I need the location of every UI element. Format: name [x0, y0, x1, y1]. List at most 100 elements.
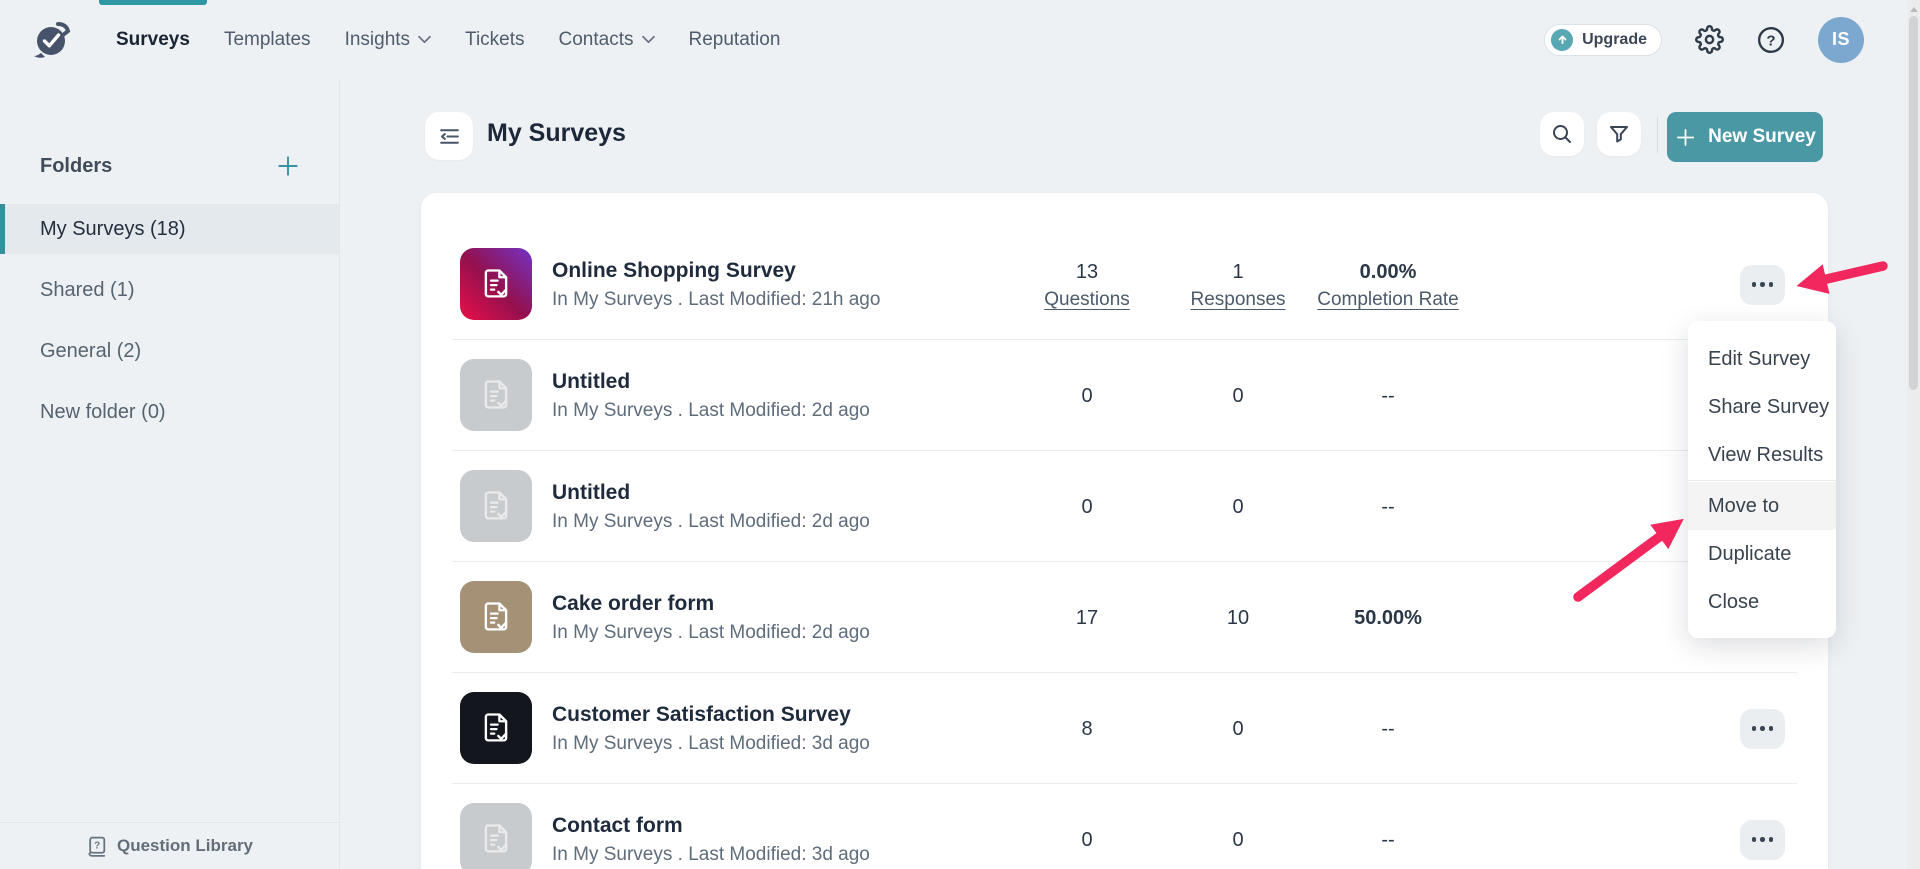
completion-label[interactable]: Completion Rate	[1317, 289, 1459, 311]
new-survey-label: New Survey	[1708, 126, 1816, 148]
filter-button[interactable]	[1597, 112, 1641, 156]
surveys-card: Online Shopping Survey In My Surveys . L…	[421, 193, 1828, 869]
page-scrollbar[interactable]	[1907, 0, 1920, 869]
folders-title: Folders	[40, 155, 112, 178]
responses-count: 0	[1232, 716, 1243, 742]
context-menu-divider	[1688, 480, 1836, 481]
app-logo-icon[interactable]	[32, 18, 72, 60]
menu-item-share-survey[interactable]: Share Survey	[1688, 383, 1836, 431]
user-avatar[interactable]: IS	[1818, 17, 1864, 63]
survey-thumbnail	[460, 248, 532, 320]
svg-text:?: ?	[94, 840, 100, 851]
menu-item-duplicate[interactable]: Duplicate	[1688, 530, 1836, 578]
nav-item-contacts[interactable]: Contacts	[542, 0, 672, 79]
questions-count: 13	[1076, 259, 1098, 285]
responses-label[interactable]: Responses	[1190, 289, 1285, 311]
nav-item-label: Insights	[345, 30, 410, 49]
survey-row[interactable]: Cake order form In My Surveys . Last Mod…	[421, 562, 1828, 673]
survey-title[interactable]: Online Shopping Survey	[552, 257, 880, 285]
context-menu-group-1: Edit SurveyShare SurveyView Results	[1688, 335, 1836, 479]
nav-item-tickets[interactable]: Tickets	[448, 0, 541, 79]
sidebar-item-shared-1[interactable]: Shared (1)	[0, 265, 339, 315]
completion-stat: 50.00%	[1308, 562, 1468, 673]
upgrade-label: Upgrade	[1582, 31, 1647, 49]
survey-thumbnail	[460, 803, 532, 869]
menu-item-move-to[interactable]: Move to	[1688, 482, 1836, 530]
sidebar-item-new-folder-0[interactable]: New folder (0)	[0, 387, 339, 437]
responses-count: 10	[1227, 605, 1249, 631]
more-options-button[interactable]	[1740, 265, 1785, 305]
survey-row[interactable]: Untitled In My Surveys . Last Modified: …	[421, 340, 1828, 451]
question-book-icon: ?	[86, 835, 109, 858]
survey-context-menu: Edit SurveyShare SurveyView Results Move…	[1688, 321, 1836, 638]
nav-item-reputation[interactable]: Reputation	[672, 0, 798, 79]
survey-row[interactable]: Customer Satisfaction Survey In My Surve…	[421, 673, 1828, 784]
questions-count: 8	[1081, 716, 1092, 742]
survey-title[interactable]: Cake order form	[552, 590, 870, 618]
context-menu-group-2: Move toDuplicateClose	[1688, 482, 1836, 626]
survey-row[interactable]: Online Shopping Survey In My Surveys . L…	[421, 229, 1828, 340]
menu-item-close[interactable]: Close	[1688, 578, 1836, 626]
questions-stat: 0	[1007, 451, 1167, 562]
questions-count: 17	[1076, 605, 1098, 631]
survey-row[interactable]: Untitled In My Surveys . Last Modified: …	[421, 451, 1828, 562]
menu-item-view-results[interactable]: View Results	[1688, 431, 1836, 479]
nav-item-label: Contacts	[559, 30, 634, 49]
survey-doc-icon	[478, 821, 514, 857]
nav-items: Surveys Templates Insights Tickets Conta…	[99, 0, 797, 79]
sidebar-item-my-surveys-18[interactable]: My Surveys (18)	[0, 204, 339, 254]
folder-item-label: Shared (1)	[40, 279, 135, 302]
chevron-down-icon	[418, 35, 431, 44]
search-button[interactable]	[1540, 112, 1584, 156]
nav-item-insights[interactable]: Insights	[328, 0, 448, 79]
responses-count: 0	[1232, 827, 1243, 853]
responses-count: 1	[1232, 259, 1243, 285]
nav-item-templates[interactable]: Templates	[207, 0, 328, 79]
questions-count: 0	[1081, 383, 1092, 409]
question-library-label: Question Library	[117, 836, 253, 856]
survey-doc-icon	[478, 377, 514, 413]
responses-stat: 0	[1158, 784, 1318, 869]
help-icon[interactable]: ?	[1757, 26, 1785, 54]
survey-meta: In My Surveys . Last Modified: 3d ago	[552, 842, 870, 868]
survey-meta: In My Surveys . Last Modified: 2d ago	[552, 509, 870, 535]
survey-title[interactable]: Contact form	[552, 812, 870, 840]
completion-stat: --	[1308, 340, 1468, 451]
completion-stat: --	[1308, 451, 1468, 562]
survey-title[interactable]: Untitled	[552, 479, 870, 507]
survey-text: Untitled In My Surveys . Last Modified: …	[552, 368, 870, 424]
nav-item-surveys[interactable]: Surveys	[99, 0, 207, 79]
survey-title[interactable]: Customer Satisfaction Survey	[552, 701, 870, 729]
page-title: My Surveys	[487, 119, 626, 148]
survey-meta: In My Surveys . Last Modified: 21h ago	[552, 287, 880, 313]
questions-label[interactable]: Questions	[1044, 289, 1130, 311]
nav-right: Upgrade ? IS	[1544, 0, 1864, 79]
add-folder-button[interactable]	[275, 153, 301, 179]
completion-rate: 0.00%	[1360, 259, 1417, 285]
survey-row[interactable]: Contact form In My Surveys . Last Modifi…	[421, 784, 1828, 869]
collapse-sidebar-button[interactable]	[425, 112, 473, 160]
question-library-button[interactable]: ? Question Library	[0, 822, 339, 869]
more-options-button[interactable]	[1740, 709, 1785, 749]
scrollbar-up-arrow[interactable]	[1910, 3, 1918, 12]
search-icon	[1550, 122, 1574, 146]
toolbar-divider	[1657, 117, 1658, 153]
upgrade-button[interactable]: Upgrade	[1544, 24, 1662, 56]
chevron-down-icon	[642, 35, 655, 44]
responses-stat: 0	[1158, 451, 1318, 562]
scrollbar-thumb[interactable]	[1909, 16, 1918, 390]
folders-header: Folders	[0, 79, 339, 179]
survey-title[interactable]: Untitled	[552, 368, 870, 396]
sidebar-item-general-2[interactable]: General (2)	[0, 326, 339, 376]
folders-sidebar: Folders My Surveys (18) Shared (1) Gener…	[0, 79, 340, 869]
settings-gear-icon[interactable]	[1695, 25, 1724, 54]
questions-stat: 8	[1007, 673, 1167, 784]
survey-text: Cake order form In My Surveys . Last Mod…	[552, 590, 870, 646]
new-survey-button[interactable]: New Survey	[1667, 112, 1823, 162]
folder-item-label: My Surveys (18)	[40, 218, 186, 241]
menu-item-edit-survey[interactable]: Edit Survey	[1688, 335, 1836, 383]
responses-stat: 0	[1158, 673, 1318, 784]
survey-text: Customer Satisfaction Survey In My Surve…	[552, 701, 870, 757]
completion-rate: --	[1381, 383, 1394, 409]
more-options-button[interactable]	[1740, 820, 1785, 860]
